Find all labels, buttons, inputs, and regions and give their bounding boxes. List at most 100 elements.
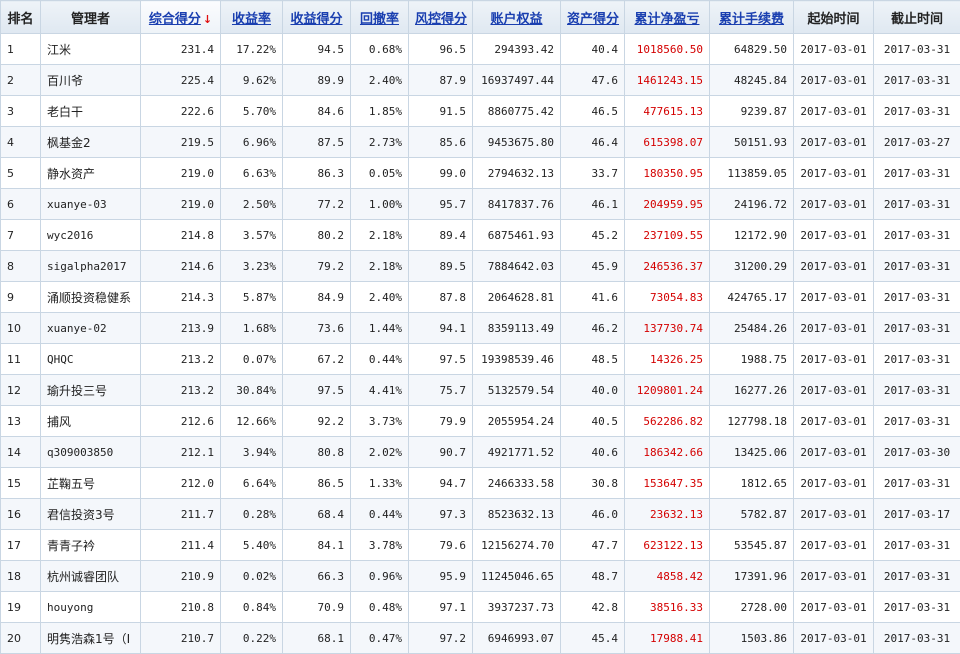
asset-score-cell: 30.8	[561, 468, 625, 499]
manager-cell: 君信投资3号	[41, 499, 141, 530]
score-cell: 225.4	[141, 65, 221, 96]
drawdown-cell: 0.47%	[351, 623, 409, 654]
rank-cell: 12	[1, 375, 41, 406]
return-cell: 0.28%	[221, 499, 283, 530]
score-cell: 213.9	[141, 313, 221, 344]
return-score-cell: 68.1	[283, 623, 351, 654]
score-cell: 219.5	[141, 127, 221, 158]
return-score-cell: 86.5	[283, 468, 351, 499]
score-cell: 212.6	[141, 406, 221, 437]
start-cell: 2017-03-01	[794, 344, 874, 375]
rank-cell: 18	[1, 561, 41, 592]
start-cell: 2017-03-01	[794, 406, 874, 437]
rank-cell: 1	[1, 34, 41, 65]
risk-score-cell: 90.7	[409, 437, 473, 468]
header-return-score[interactable]: 收益得分	[283, 1, 351, 34]
header-net-pnl[interactable]: 累计净盈亏	[625, 1, 710, 34]
start-cell: 2017-03-01	[794, 158, 874, 189]
fees-cell: 24196.72	[710, 189, 794, 220]
header-fees[interactable]: 累计手续费	[710, 1, 794, 34]
return-cell: 5.87%	[221, 282, 283, 313]
start-cell: 2017-03-01	[794, 251, 874, 282]
rank-cell: 17	[1, 530, 41, 561]
manager-cell: 涌顺投资稳健系	[41, 282, 141, 313]
net-pnl-cell: 204959.95	[625, 189, 710, 220]
start-cell: 2017-03-01	[794, 220, 874, 251]
return-score-cell: 80.8	[283, 437, 351, 468]
manager-cell: 明隽浩森1号（Ⅰ	[41, 623, 141, 654]
header-risk-score[interactable]: 风控得分	[409, 1, 473, 34]
header-drawdown[interactable]: 回撤率	[351, 1, 409, 34]
manager-cell: sigalpha2017	[41, 251, 141, 282]
risk-score-cell: 87.8	[409, 282, 473, 313]
rank-cell: 2	[1, 65, 41, 96]
start-cell: 2017-03-01	[794, 313, 874, 344]
net-pnl-cell: 153647.35	[625, 468, 710, 499]
risk-score-cell: 96.5	[409, 34, 473, 65]
score-cell: 214.3	[141, 282, 221, 313]
rank-cell: 3	[1, 96, 41, 127]
rank-cell: 5	[1, 158, 41, 189]
drawdown-cell: 3.73%	[351, 406, 409, 437]
equity-cell: 3937237.73	[473, 592, 561, 623]
asset-score-cell: 48.7	[561, 561, 625, 592]
fees-cell: 1988.75	[710, 344, 794, 375]
asset-score-cell: 47.7	[561, 530, 625, 561]
fees-cell: 9239.87	[710, 96, 794, 127]
equity-cell: 2064628.81	[473, 282, 561, 313]
header-manager: 管理者	[41, 1, 141, 34]
manager-cell: 青青子衿	[41, 530, 141, 561]
net-pnl-cell: 180350.95	[625, 158, 710, 189]
start-cell: 2017-03-01	[794, 189, 874, 220]
table-row: 15芷鞠五号212.06.64%86.51.33%94.72466333.583…	[1, 468, 960, 499]
table-row: 19houyong210.80.84%70.90.48%97.13937237.…	[1, 592, 960, 623]
equity-cell: 294393.42	[473, 34, 561, 65]
return-score-cell: 67.2	[283, 344, 351, 375]
end-cell: 2017-03-31	[874, 96, 960, 127]
start-cell: 2017-03-01	[794, 499, 874, 530]
end-cell: 2017-03-30	[874, 437, 960, 468]
header-return[interactable]: 收益率	[221, 1, 283, 34]
header-equity[interactable]: 账户权益	[473, 1, 561, 34]
start-cell: 2017-03-01	[794, 623, 874, 654]
rank-cell: 10	[1, 313, 41, 344]
table-row: 14q309003850212.13.94%80.82.02%90.749217…	[1, 437, 960, 468]
return-cell: 0.07%	[221, 344, 283, 375]
return-cell: 6.96%	[221, 127, 283, 158]
asset-score-cell: 46.4	[561, 127, 625, 158]
risk-score-cell: 95.7	[409, 189, 473, 220]
net-pnl-cell: 1461243.15	[625, 65, 710, 96]
header-score[interactable]: 综合得分↓	[141, 1, 221, 34]
rank-cell: 6	[1, 189, 41, 220]
end-cell: 2017-03-31	[874, 623, 960, 654]
return-score-cell: 84.6	[283, 96, 351, 127]
risk-score-cell: 87.9	[409, 65, 473, 96]
end-cell: 2017-03-17	[874, 499, 960, 530]
table-row: 6xuanye-03219.02.50%77.21.00%95.78417837…	[1, 189, 960, 220]
asset-score-cell: 42.8	[561, 592, 625, 623]
drawdown-cell: 2.18%	[351, 251, 409, 282]
return-score-cell: 84.9	[283, 282, 351, 313]
asset-score-cell: 46.2	[561, 313, 625, 344]
header-asset-score[interactable]: 资产得分	[561, 1, 625, 34]
header-score-label: 综合得分	[149, 12, 201, 27]
manager-cell: QHQC	[41, 344, 141, 375]
equity-cell: 16937497.44	[473, 65, 561, 96]
start-cell: 2017-03-01	[794, 437, 874, 468]
manager-cell: 江米	[41, 34, 141, 65]
rank-cell: 14	[1, 437, 41, 468]
fees-cell: 31200.29	[710, 251, 794, 282]
fees-cell: 113859.05	[710, 158, 794, 189]
end-cell: 2017-03-31	[874, 220, 960, 251]
return-score-cell: 94.5	[283, 34, 351, 65]
table-row: 5静水资产219.06.63%86.30.05%99.02794632.1333…	[1, 158, 960, 189]
return-cell: 3.94%	[221, 437, 283, 468]
asset-score-cell: 41.6	[561, 282, 625, 313]
risk-score-cell: 89.4	[409, 220, 473, 251]
risk-score-cell: 94.7	[409, 468, 473, 499]
equity-cell: 2466333.58	[473, 468, 561, 499]
drawdown-cell: 0.44%	[351, 499, 409, 530]
net-pnl-cell: 23632.13	[625, 499, 710, 530]
table-row: 9涌顺投资稳健系214.35.87%84.92.40%87.82064628.8…	[1, 282, 960, 313]
end-cell: 2017-03-31	[874, 313, 960, 344]
